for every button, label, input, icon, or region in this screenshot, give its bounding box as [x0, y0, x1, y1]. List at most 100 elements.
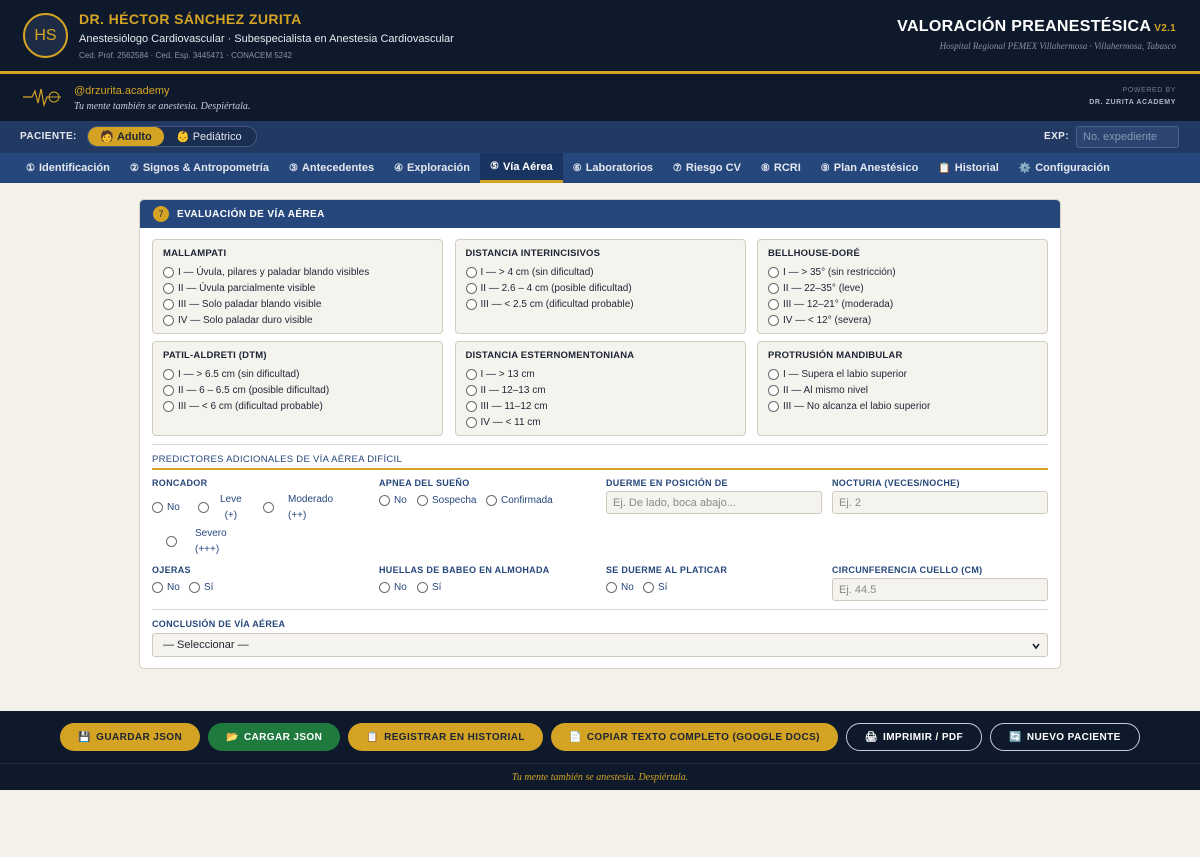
esternomentoniana-option-4[interactable]: IV — < 11 cm	[465, 414, 735, 430]
radio-button[interactable]	[198, 502, 209, 513]
save-json-button[interactable]: 💾 GUARDAR JSON	[60, 723, 201, 751]
radio-button[interactable]	[465, 368, 477, 380]
bellhouse-option-1[interactable]: I — > 35° (sin restricción)	[768, 264, 1037, 280]
huellas-si-option[interactable]: Sí	[417, 582, 441, 593]
roncador-no-option[interactable]: No	[152, 502, 180, 513]
mallampati-option-2[interactable]: II — Úvula parcialmente visible	[163, 280, 432, 296]
tab-configuracion[interactable]: ⚙️ Configuración	[1009, 153, 1120, 183]
interincisivos-option-3[interactable]: III — < 2.5 cm (dificultad probable)	[465, 296, 735, 312]
tab-via-aerea[interactable]: ⑤ Vía Aérea	[480, 153, 563, 183]
radio-button[interactable]	[606, 582, 617, 593]
apnea-confirmada-option[interactable]: Confirmada	[486, 495, 553, 506]
radio-button[interactable]	[163, 368, 174, 380]
radio-button[interactable]	[189, 582, 200, 593]
copy-full-text-button[interactable]: 📄 COPIAR TEXTO COMPLETO (GOOGLE DOCS)	[550, 723, 838, 751]
pediatric-toggle-button[interactable]: 👶 Pediátrico	[176, 127, 242, 146]
exp-input[interactable]	[1076, 126, 1179, 148]
radio-button[interactable]	[465, 298, 477, 310]
radio-button[interactable]	[166, 536, 177, 547]
radio-button[interactable]	[465, 416, 477, 428]
esternomentoniana-option-3[interactable]: III — 11–12 cm	[465, 398, 735, 414]
tab-antecedentes[interactable]: ③ Antecedentes	[279, 153, 384, 183]
roncador-leve-option[interactable]	[198, 502, 213, 513]
huellas-no-option[interactable]: No	[379, 582, 407, 593]
patil-option-3[interactable]: III — < 6 cm (dificultad probable)	[163, 398, 432, 414]
roncador-severo-option[interactable]	[166, 536, 181, 547]
print-pdf-button[interactable]: 🖨 IMPRIMIR / PDF	[845, 723, 983, 751]
radio-button[interactable]	[768, 314, 779, 326]
option-label: IV — < 12° (severa)	[783, 314, 872, 326]
radio-button[interactable]	[465, 400, 477, 412]
tab-identificacion[interactable]: ① Identificación	[16, 153, 120, 183]
radio-button[interactable]	[465, 282, 477, 294]
esternomentoniana-box: DISTANCIA ESTERNOMENTONIANA I — > 13 cm …	[454, 341, 746, 436]
protrusion-option-3[interactable]: III — No alcanza el labio superior	[768, 398, 1037, 414]
radio-button[interactable]	[768, 298, 779, 310]
radio-button[interactable]	[768, 368, 779, 380]
platicar-si-option[interactable]: Sí	[643, 582, 667, 593]
radio-button[interactable]	[768, 384, 779, 396]
radio-button[interactable]	[163, 400, 174, 412]
radio-button[interactable]	[465, 384, 477, 396]
radio-button[interactable]	[768, 400, 779, 412]
radio-button[interactable]	[486, 495, 497, 506]
heartbeat-wave-icon	[23, 88, 61, 108]
bellhouse-option-2[interactable]: II — 22–35° (leve)	[768, 280, 1037, 296]
ojeras-no-option[interactable]: No	[152, 582, 180, 593]
mallampati-option-4[interactable]: IV — Solo paladar duro visible	[163, 312, 432, 328]
interincisivos-option-2[interactable]: II — 2.6 – 4 cm (posible dificultad)	[465, 280, 735, 296]
protrusion-option-2[interactable]: II — Al mismo nivel	[768, 382, 1037, 398]
load-json-button[interactable]: 📂 CARGAR JSON	[208, 723, 341, 751]
tab-plan-anestesico[interactable]: ⑨ Plan Anestésico	[811, 153, 929, 183]
nocturia-input[interactable]	[832, 491, 1048, 514]
register-history-button[interactable]: 📋 REGISTRAR EN HISTORIAL	[348, 723, 543, 751]
floppy-disk-icon: 💾	[78, 731, 92, 743]
tab-rcri[interactable]: ⑧ RCRI	[751, 153, 811, 183]
radio-button[interactable]	[163, 314, 174, 326]
radio-button[interactable]	[768, 282, 779, 294]
tab-laboratorios[interactable]: ⑥ Laboratorios	[563, 153, 663, 183]
protrusion-option-1[interactable]: I — Supera el labio superior	[768, 366, 1037, 382]
interincisivos-option-1[interactable]: I — > 4 cm (sin dificultad)	[465, 264, 735, 280]
radio-button[interactable]	[417, 495, 428, 506]
radio-button[interactable]	[163, 282, 174, 294]
radio-button[interactable]	[379, 582, 390, 593]
radio-button[interactable]	[643, 582, 654, 593]
powered-by-label: POWERED BY	[1122, 87, 1176, 94]
tab-historial[interactable]: 📋 Historial	[928, 153, 1008, 183]
option-label: No	[621, 582, 634, 593]
mallampati-option-1[interactable]: I — Úvula, pilares y paladar blando visi…	[163, 264, 432, 280]
roncador-moderado-option[interactable]	[263, 502, 278, 513]
tab-signos[interactable]: ② Signos & Antropometría	[120, 153, 279, 183]
radio-button[interactable]	[465, 266, 477, 278]
apnea-sospecha-option[interactable]: Sospecha	[417, 495, 476, 506]
radio-button[interactable]	[163, 266, 174, 278]
circunferencia-cuello-input[interactable]	[832, 578, 1048, 601]
radio-button[interactable]	[768, 266, 779, 278]
radio-button[interactable]	[379, 495, 390, 506]
radio-button[interactable]	[152, 502, 163, 513]
bellhouse-option-3[interactable]: III — 12–21° (moderada)	[768, 296, 1037, 312]
patil-option-1[interactable]: I — > 6.5 cm (sin dificultad)	[163, 366, 432, 382]
radio-button[interactable]	[163, 298, 174, 310]
ojeras-si-option[interactable]: Sí	[189, 582, 213, 593]
tab-riesgo-cv[interactable]: ⑦ Riesgo CV	[663, 153, 751, 183]
new-patient-button[interactable]: 🔄 NUEVO PACIENTE	[990, 723, 1140, 751]
conclusion-select[interactable]: — Seleccionar —	[152, 633, 1048, 657]
radio-button[interactable]	[417, 582, 428, 593]
huellas-babeo-label: HUELLAS DE BABEO EN ALMOHADA	[379, 565, 550, 575]
platicar-no-option[interactable]: No	[606, 582, 634, 593]
apnea-no-option[interactable]: No	[379, 495, 407, 506]
adult-toggle-button[interactable]: 🧑 Adulto	[88, 127, 164, 146]
duerme-posicion-input[interactable]	[606, 491, 822, 514]
radio-button[interactable]	[152, 582, 163, 593]
radio-button[interactable]	[163, 384, 174, 396]
tab-exploracion[interactable]: ④ Exploración	[384, 153, 480, 183]
patil-option-2[interactable]: II — 6 – 6.5 cm (posible dificultad)	[163, 382, 432, 398]
mallampati-option-3[interactable]: III — Solo paladar blando visible	[163, 296, 432, 312]
esternomentoniana-option-2[interactable]: II — 12–13 cm	[465, 382, 735, 398]
radio-button[interactable]	[263, 502, 274, 513]
esternomentoniana-option-1[interactable]: I — > 13 cm	[465, 366, 735, 382]
bellhouse-option-4[interactable]: IV — < 12° (severa)	[768, 312, 1037, 328]
brand-handle[interactable]: @drzurita.academy	[74, 85, 170, 97]
